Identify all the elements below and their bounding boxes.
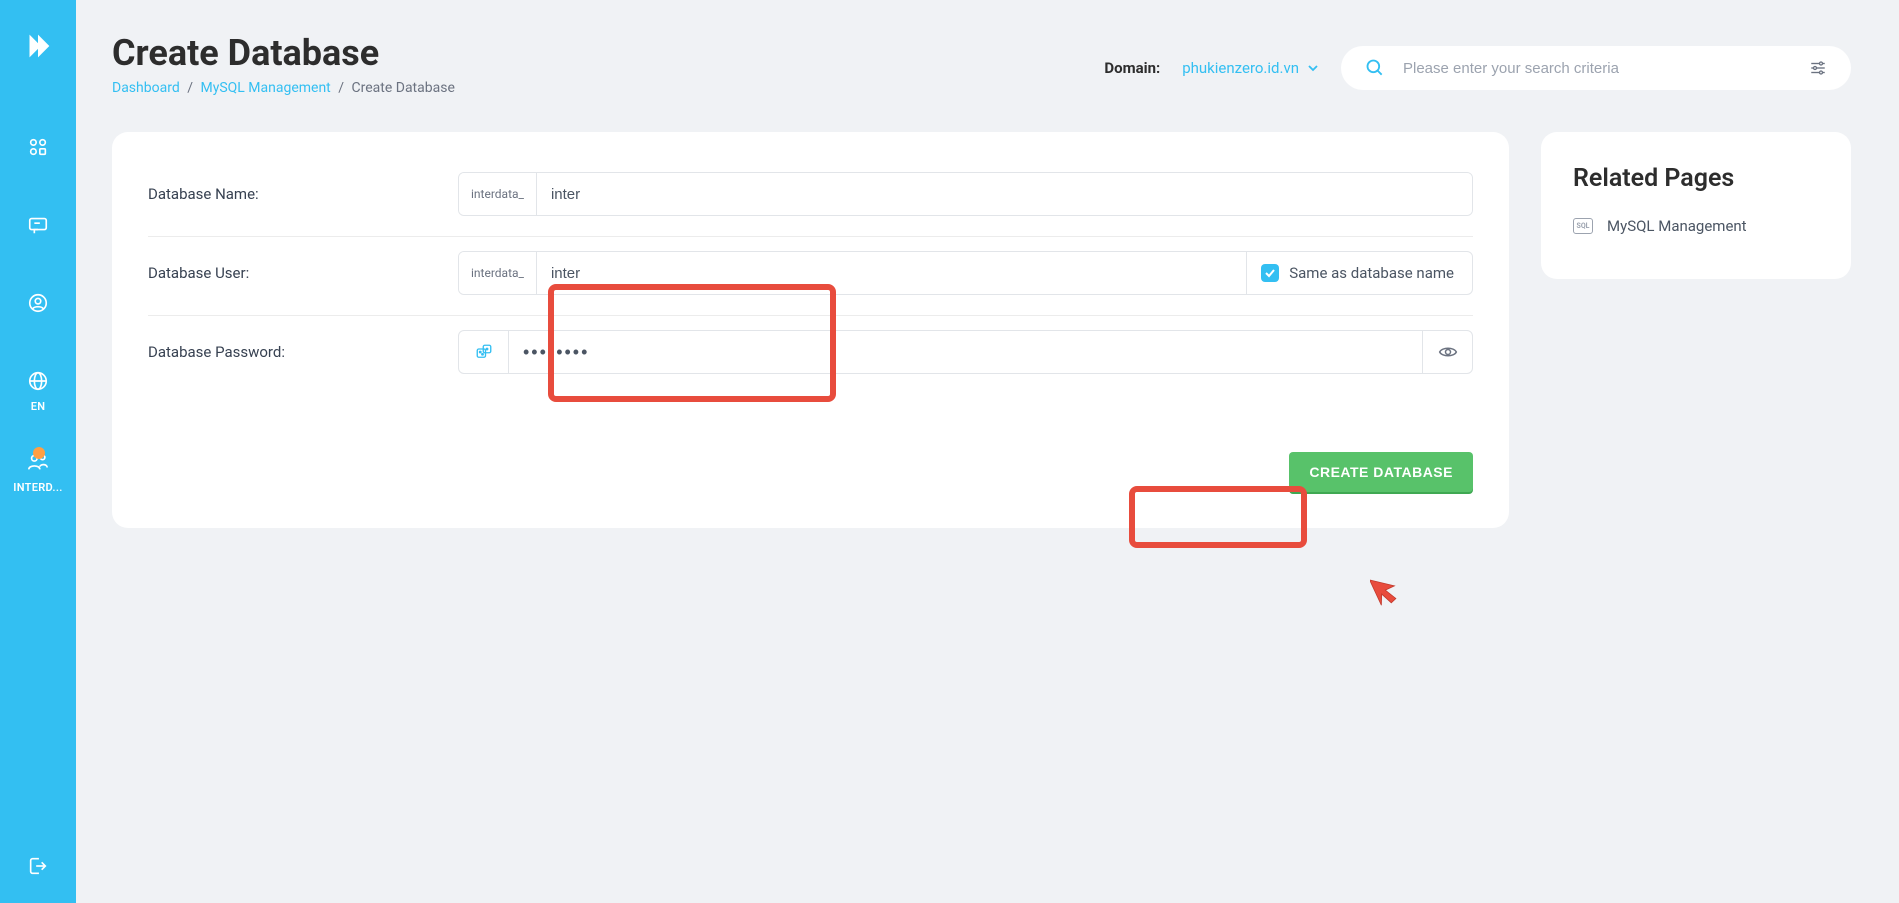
dbname-prefix: interdata_ bbox=[459, 173, 537, 215]
form-card: Database Name: interdata_ Database User: bbox=[112, 132, 1509, 528]
domain-selector[interactable]: phukienzero.id.vn bbox=[1182, 59, 1319, 77]
related-title: Related Pages bbox=[1573, 164, 1819, 193]
eye-icon bbox=[1438, 342, 1458, 362]
same-as-label: Same as database name bbox=[1289, 264, 1454, 282]
password-input-group bbox=[458, 330, 1473, 374]
dbname-label: Database Name: bbox=[148, 185, 458, 203]
same-as-checkbox bbox=[1261, 264, 1279, 282]
logout-icon bbox=[27, 855, 49, 877]
same-as-checkbox-wrap[interactable]: Same as database name bbox=[1247, 264, 1472, 282]
user-label: INTERD... bbox=[13, 481, 62, 494]
sidebar: EN INTERD... bbox=[0, 0, 76, 903]
toggle-password-visibility[interactable] bbox=[1422, 331, 1472, 373]
globe-icon bbox=[27, 370, 49, 392]
user-circle-icon bbox=[27, 292, 49, 314]
main-content: Create Database Dashboard / MySQL Manage… bbox=[76, 0, 1899, 560]
dbuser-field[interactable] bbox=[537, 252, 1246, 294]
sidebar-item-logout[interactable] bbox=[0, 855, 76, 877]
dbname-input-group: interdata_ bbox=[458, 172, 1473, 216]
breadcrumb-current: Create Database bbox=[352, 80, 455, 96]
sidebar-item-chat[interactable] bbox=[0, 214, 76, 236]
related-mysql-label: MySQL Management bbox=[1607, 217, 1747, 235]
chevron-down-icon bbox=[1307, 62, 1319, 74]
dbuser-input-group: interdata_ Same as database name bbox=[458, 251, 1473, 295]
language-label: EN bbox=[31, 400, 46, 413]
search-icon bbox=[1365, 58, 1385, 78]
dice-icon bbox=[475, 343, 493, 361]
generate-password-button[interactable] bbox=[459, 331, 509, 373]
search-box bbox=[1341, 46, 1851, 90]
sidebar-item-apps[interactable] bbox=[0, 136, 76, 158]
sidebar-item-user[interactable]: INTERD... bbox=[13, 451, 62, 494]
password-label: Database Password: bbox=[148, 343, 458, 361]
page-header: Create Database Dashboard / MySQL Manage… bbox=[112, 32, 1851, 96]
form-actions: CREATE DATABASE bbox=[148, 452, 1473, 492]
breadcrumb-dashboard[interactable]: Dashboard bbox=[112, 80, 180, 96]
dbname-field[interactable] bbox=[537, 173, 1472, 215]
form-row-password: Database Password: bbox=[148, 316, 1473, 394]
sidebar-item-account[interactable] bbox=[0, 292, 76, 314]
filter-icon[interactable] bbox=[1809, 59, 1827, 77]
notification-dot bbox=[33, 447, 45, 459]
app-logo[interactable] bbox=[18, 26, 58, 66]
domain-value: phukienzero.id.vn bbox=[1182, 59, 1299, 77]
check-icon bbox=[1264, 267, 1276, 279]
form-row-dbuser: Database User: interdata_ bbox=[148, 237, 1473, 316]
related-pages-card: Related Pages SQL MySQL Management bbox=[1541, 132, 1851, 279]
search-input[interactable] bbox=[1403, 60, 1791, 77]
create-database-button[interactable]: CREATE DATABASE bbox=[1289, 452, 1473, 492]
password-field[interactable] bbox=[509, 331, 1422, 373]
sidebar-item-language[interactable]: EN bbox=[0, 370, 76, 413]
apps-icon bbox=[27, 136, 49, 158]
related-mysql-management[interactable]: SQL MySQL Management bbox=[1573, 217, 1819, 235]
breadcrumb: Dashboard / MySQL Management / Create Da… bbox=[112, 80, 455, 96]
arrow-annotation bbox=[1370, 568, 1400, 606]
chat-icon bbox=[27, 214, 49, 236]
sql-icon: SQL bbox=[1573, 218, 1593, 234]
dbuser-label: Database User: bbox=[148, 264, 458, 282]
domain-label: Domain: bbox=[1104, 59, 1160, 77]
page-title: Create Database bbox=[112, 32, 455, 74]
dbuser-prefix: interdata_ bbox=[459, 252, 537, 294]
breadcrumb-mysql[interactable]: MySQL Management bbox=[200, 80, 330, 96]
form-row-dbname: Database Name: interdata_ bbox=[148, 172, 1473, 237]
